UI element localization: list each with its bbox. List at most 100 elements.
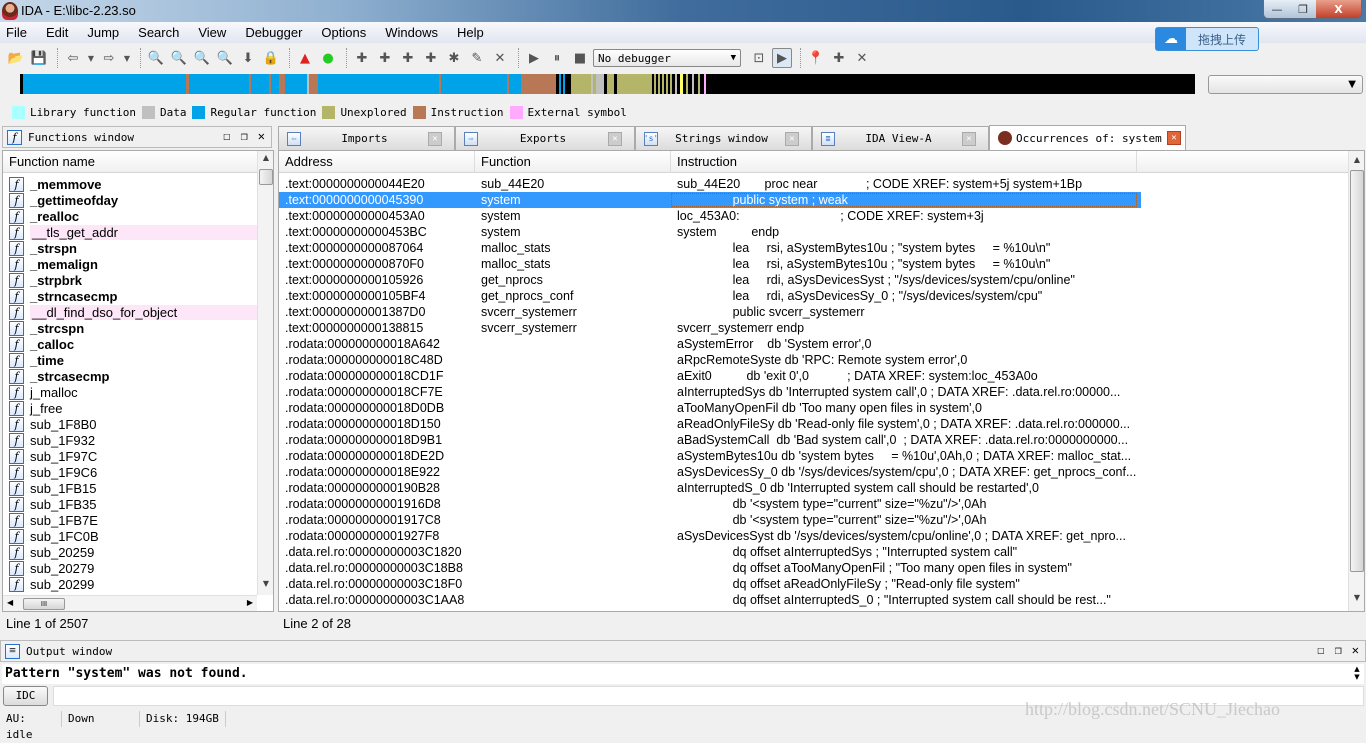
attach-icon[interactable]: ⊡ bbox=[749, 48, 769, 68]
make-offset-icon[interactable]: ✱ bbox=[444, 48, 464, 68]
back-icon[interactable]: ⇦ bbox=[63, 48, 83, 68]
menu-view[interactable]: View bbox=[196, 25, 228, 40]
occurrence-row[interactable]: .text:0000000000105BF4 get_nprocs_conf le… bbox=[279, 288, 1347, 304]
float-icon[interactable]: ❐ bbox=[241, 129, 248, 143]
function-list-item[interactable]: f _time bbox=[3, 352, 257, 368]
occurrence-row[interactable]: .rodata:000000000018CD1F aExit0 db 'exit … bbox=[279, 368, 1347, 384]
tab-exports[interactable]: ⇨ Exports ✕ bbox=[455, 126, 635, 150]
function-list-item[interactable]: f sub_1F97C bbox=[3, 448, 257, 464]
tab-close-icon[interactable]: ✕ bbox=[962, 131, 976, 146]
close-icon[interactable]: ✕ bbox=[258, 129, 265, 143]
close-button[interactable]: X bbox=[1316, 0, 1361, 18]
stop-icon[interactable]: ■ bbox=[570, 48, 590, 68]
make-struct-icon[interactable]: ✚ bbox=[421, 48, 441, 68]
scrollbar-thumb[interactable] bbox=[259, 169, 273, 185]
search-immediate-icon[interactable]: 🔍 bbox=[192, 48, 212, 68]
occurrence-row[interactable]: .text:0000000000105926 get_nprocs lea rdi… bbox=[279, 272, 1347, 288]
jump-down-icon[interactable]: ⬇ bbox=[238, 48, 258, 68]
occurrence-row[interactable]: .rodata:000000000018CF7E aInterruptedSys … bbox=[279, 384, 1347, 400]
function-list-item[interactable]: f sub_1FB15 bbox=[3, 480, 257, 496]
lock-icon[interactable]: 🔒 bbox=[261, 48, 281, 68]
function-list-item[interactable]: f __dl_find_dso_for_object bbox=[3, 304, 257, 320]
maximize-icon[interactable]: ☐ bbox=[1317, 643, 1324, 657]
functions-horizontal-scrollbar[interactable]: ◀ III ▶ bbox=[3, 595, 257, 611]
function-list-item[interactable]: f _strpbrk bbox=[3, 272, 257, 288]
function-list-item[interactable]: f sub_1FB7E bbox=[3, 512, 257, 528]
green-circle-icon[interactable]: ● bbox=[318, 48, 338, 68]
edit-icon[interactable]: ✎ bbox=[467, 48, 487, 68]
tab-ida-view-a[interactable]: ≣ IDA View-A ✕ bbox=[812, 126, 989, 150]
occurrence-row[interactable]: .rodata:000000000018D0DB aTooManyOpenFil … bbox=[279, 400, 1347, 416]
warning-icon[interactable]: ▲ bbox=[295, 48, 315, 68]
menu-jump[interactable]: Jump bbox=[85, 25, 121, 40]
menu-edit[interactable]: Edit bbox=[44, 25, 70, 40]
make-data-icon[interactable]: ✚ bbox=[375, 48, 395, 68]
menu-search[interactable]: Search bbox=[136, 25, 181, 40]
occurrence-row[interactable]: .text:0000000000044E20 sub_44E20 sub_44E20… bbox=[279, 176, 1347, 192]
function-list-item[interactable]: f sub_20259 bbox=[3, 544, 257, 560]
function-list-item[interactable]: f sub_1F932 bbox=[3, 432, 257, 448]
scroll-up-icon[interactable]: ▲ bbox=[258, 153, 274, 167]
make-code-icon[interactable]: ✚ bbox=[352, 48, 372, 68]
float-icon[interactable]: ❐ bbox=[1335, 643, 1342, 657]
scrollbar-thumb[interactable] bbox=[1350, 170, 1364, 572]
save-icon[interactable]: 💾 bbox=[29, 48, 49, 68]
occurrence-row[interactable]: .text:00000000000453A0 system loc_453A0: ;… bbox=[279, 208, 1347, 224]
function-list-item[interactable]: f j_free bbox=[3, 400, 257, 416]
occurrence-row[interactable]: .text:0000000000045390 system public syst… bbox=[279, 192, 1141, 208]
function-list-item[interactable]: f sub_20279 bbox=[3, 560, 257, 576]
search-next-icon[interactable]: 🔍 bbox=[215, 48, 235, 68]
menu-help[interactable]: Help bbox=[455, 25, 486, 40]
function-list-item[interactable]: f sub_1FC0B bbox=[3, 528, 257, 544]
occurrence-row[interactable]: .data.rel.ro:00000000003C18B8 dq offset … bbox=[279, 560, 1347, 576]
forward-icon[interactable]: ⇨ bbox=[99, 48, 119, 68]
forward-dropdown-icon[interactable]: ▼ bbox=[122, 48, 132, 68]
function-list-item[interactable]: f _strncasecmp bbox=[3, 288, 257, 304]
column-header-address[interactable]: Address bbox=[279, 150, 475, 173]
function-list-item[interactable]: f j_malloc bbox=[3, 384, 257, 400]
occurrence-row[interactable]: .rodata:000000000018DE2D aSystemBytes10u … bbox=[279, 448, 1347, 464]
menu-windows[interactable]: Windows bbox=[383, 25, 440, 40]
column-header-instruction[interactable]: Instruction bbox=[671, 150, 1137, 173]
function-list-item[interactable]: f _memalign bbox=[3, 256, 257, 272]
pause-icon[interactable]: ⏸ bbox=[547, 48, 567, 68]
minimize-button[interactable]: — bbox=[1264, 0, 1290, 18]
close-icon[interactable]: ✕ bbox=[1352, 643, 1359, 657]
tab-close-icon[interactable]: ✕ bbox=[1167, 131, 1181, 145]
tab-close-icon[interactable]: ✕ bbox=[428, 131, 442, 146]
open-file-icon[interactable]: 📂 bbox=[6, 48, 26, 68]
occurrence-row[interactable]: .data.rel.ro:00000000003C1820 dq offset … bbox=[279, 544, 1347, 560]
function-list-item[interactable]: f _calloc bbox=[3, 336, 257, 352]
occurrence-row[interactable]: .text:00000000000453BC system system endp bbox=[279, 224, 1347, 240]
undefine-icon[interactable]: ✕ bbox=[490, 48, 510, 68]
occurrence-row[interactable]: .text:00000000001387D0 svcerr_systemerr p… bbox=[279, 304, 1347, 320]
function-list-item[interactable]: f sub_1F9C6 bbox=[3, 464, 257, 480]
tab-close-icon[interactable]: ✕ bbox=[608, 131, 622, 146]
idc-button[interactable]: IDC bbox=[3, 686, 48, 706]
debugger-select[interactable]: No debugger ▼ bbox=[593, 49, 741, 67]
tab-close-icon[interactable]: ✕ bbox=[785, 131, 799, 146]
menu-debugger[interactable]: Debugger bbox=[243, 25, 304, 40]
occurrence-row[interactable]: .rodata:00000000001917C8 db '<system typ… bbox=[279, 512, 1347, 528]
delete-breakpoint-icon[interactable]: ✕ bbox=[852, 48, 872, 68]
function-list-item[interactable]: f _strspn bbox=[3, 240, 257, 256]
breakpoint-list-icon[interactable]: 📍 bbox=[806, 48, 826, 68]
navigation-band[interactable] bbox=[20, 74, 1195, 94]
function-list-item[interactable]: f sub_1F8B0 bbox=[3, 416, 257, 432]
function-list-item[interactable]: f __tls_get_addr bbox=[3, 224, 257, 240]
function-list-item[interactable]: f _realloc bbox=[3, 208, 257, 224]
maximize-icon[interactable]: ☐ bbox=[223, 129, 230, 143]
output-scrollbar[interactable]: ▲ ▼ bbox=[1350, 665, 1364, 683]
column-header-function-name[interactable]: Function name bbox=[3, 151, 257, 173]
tab-imports[interactable]: ⇦ Imports ✕ bbox=[278, 126, 455, 150]
scroll-down-icon[interactable]: ▼ bbox=[258, 579, 274, 593]
scroll-right-icon[interactable]: ▶ bbox=[247, 598, 253, 607]
occurrence-row[interactable]: .rodata:000000000018D9B1 aBadSystemCall d… bbox=[279, 432, 1347, 448]
scroll-left-icon[interactable]: ◀ bbox=[7, 598, 13, 607]
column-header-function[interactable]: Function bbox=[475, 150, 671, 173]
occurrence-row[interactable]: .rodata:000000000018D150 aReadOnlyFileSy … bbox=[279, 416, 1347, 432]
occurrence-row[interactable]: .rodata:00000000001916D8 db '<system typ… bbox=[279, 496, 1347, 512]
menu-options[interactable]: Options bbox=[319, 25, 368, 40]
scroll-up-icon[interactable]: ▲ bbox=[1349, 155, 1365, 169]
add-breakpoint-icon[interactable]: ✚ bbox=[829, 48, 849, 68]
